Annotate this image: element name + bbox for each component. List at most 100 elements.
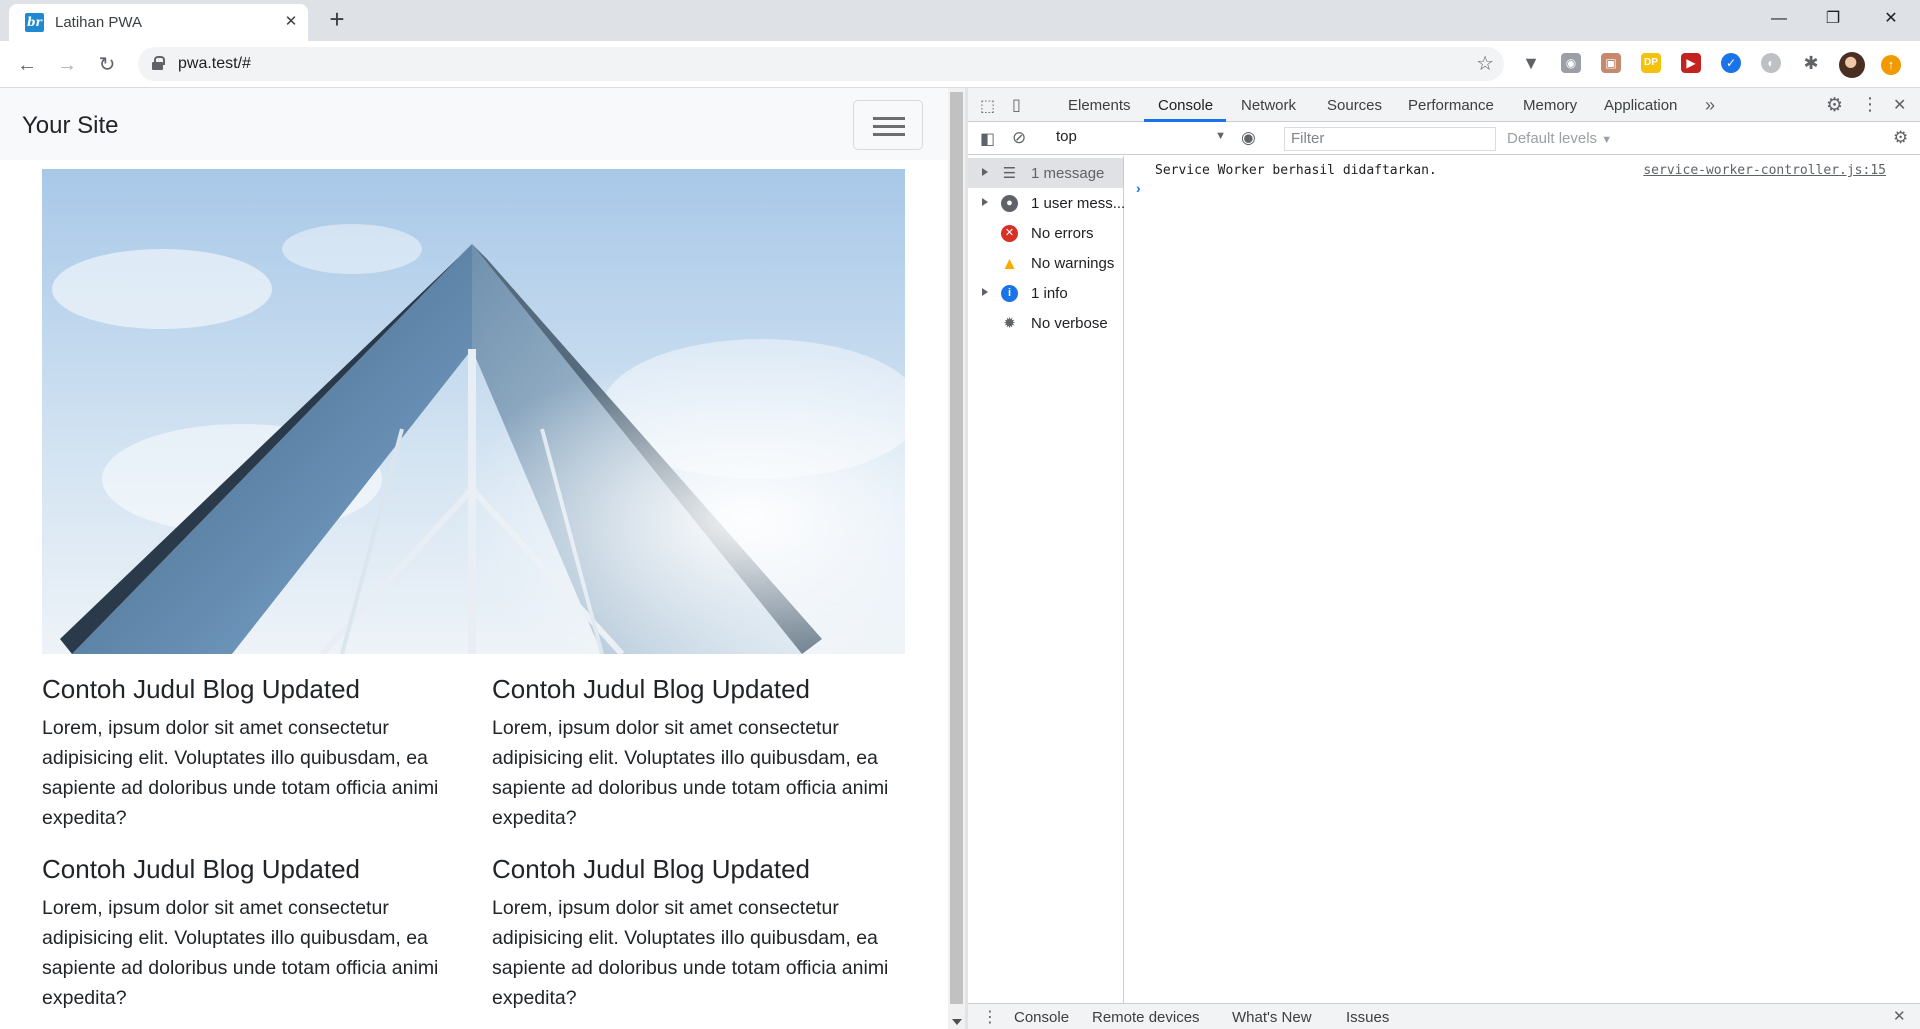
hamburger-line: [873, 117, 905, 120]
sidebar-item-info[interactable]: i 1 info: [968, 278, 1123, 308]
log-levels-label: Default levels: [1507, 130, 1598, 147]
close-devtools-icon[interactable]: ✕: [1893, 95, 1906, 115]
browser-tab[interactable]: br Latihan PWA ✕: [9, 4, 308, 41]
drawer-tab-issues[interactable]: Issues: [1346, 1009, 1389, 1026]
compass-extension-icon[interactable]: ◐: [1761, 53, 1781, 73]
check-extension-icon[interactable]: ✓: [1721, 53, 1741, 73]
console-sidebar: ☰ 1 message ● 1 user mess... ✕ No errors…: [968, 156, 1126, 1003]
puzzle-icon[interactable]: ✱: [1801, 53, 1821, 73]
tab-elements[interactable]: Elements: [1068, 97, 1131, 114]
sidebar-item-messages[interactable]: ☰ 1 message: [968, 158, 1123, 188]
console-prompt-icon[interactable]: ›: [1136, 180, 1141, 196]
site-navbar: Your Site: [0, 88, 948, 160]
info-icon: i: [1001, 285, 1018, 302]
warning-icon: ▲: [1001, 254, 1018, 273]
post-body: Lorem, ipsum dolor sit amet consectetur …: [492, 717, 889, 829]
blog-post: Contoh Judul Blog Updated Lorem, ipsum d…: [492, 673, 912, 833]
devtools-panel: ⬚ ▯ Elements Console Network Sources Per…: [968, 88, 1920, 1029]
tab-network[interactable]: Network: [1241, 97, 1296, 114]
forward-button[interactable]: →: [53, 51, 81, 79]
clear-console-icon[interactable]: ⊘: [1012, 128, 1026, 148]
log-levels-dropdown[interactable]: Default levels ▼: [1507, 130, 1612, 147]
site-brand[interactable]: Your Site: [22, 112, 119, 140]
post-title: Contoh Judul Blog Updated: [42, 674, 361, 704]
favicon-icon: br: [25, 13, 44, 32]
tab-performance[interactable]: Performance: [1408, 97, 1494, 114]
drawer-tab-console[interactable]: Console: [1014, 1009, 1069, 1026]
devtools-drawer: ⋮ Console Remote devices What's New Issu…: [968, 1003, 1920, 1029]
console-log-source-link[interactable]: service-worker-controller.js:15: [1643, 163, 1886, 178]
update-icon[interactable]: ↑: [1881, 55, 1901, 75]
more-options-icon[interactable]: ⋮: [1861, 94, 1879, 115]
device-toolbar-icon[interactable]: ▯: [1012, 95, 1021, 115]
tab-memory[interactable]: Memory: [1523, 97, 1577, 114]
address-bar[interactable]: pwa.test/# ☆: [138, 47, 1504, 81]
live-expression-eye-icon[interactable]: ◉: [1241, 128, 1256, 148]
drawer-tab-whats-new[interactable]: What's New: [1232, 1009, 1312, 1026]
chevron-down-icon: ▼: [1215, 130, 1226, 142]
context-select[interactable]: top ▼: [1056, 128, 1226, 150]
scrollbar-thumb[interactable]: [950, 92, 963, 1004]
sidebar-item-errors[interactable]: ✕ No errors: [968, 218, 1123, 248]
media-extension-icon[interactable]: ▶: [1681, 53, 1701, 73]
drawer-tab-remote-devices[interactable]: Remote devices: [1092, 1009, 1200, 1026]
back-button[interactable]: ←: [13, 51, 41, 79]
sidebar-item-label: 1 info: [1031, 285, 1068, 302]
post-body: Lorem, ipsum dolor sit amet consectetur …: [492, 897, 889, 1009]
tab-application[interactable]: Application: [1604, 97, 1677, 114]
blog-post: Contoh Judul Blog Updated Lorem, ipsum d…: [42, 853, 462, 1013]
chevron-down-icon: ▼: [1601, 134, 1613, 146]
close-window-button[interactable]: ✕: [1868, 0, 1914, 38]
console-filter-input[interactable]: Filter: [1284, 127, 1496, 151]
hero-image: [42, 169, 905, 654]
close-tab-icon[interactable]: ✕: [281, 12, 301, 32]
user-icon: ●: [1001, 195, 1018, 212]
devtools-tabbar: ⬚ ▯ Elements Console Network Sources Per…: [968, 88, 1920, 122]
expand-arrow-icon[interactable]: [982, 198, 988, 206]
list-icon: ☰: [1002, 165, 1017, 182]
tab-sources[interactable]: Sources: [1327, 97, 1382, 114]
scroll-down-arrow-icon[interactable]: [952, 1019, 962, 1025]
screenshot-icon[interactable]: ▣: [1601, 53, 1621, 73]
navbar-toggler-button[interactable]: [853, 100, 923, 150]
post-body: Lorem, ipsum dolor sit amet consectetur …: [42, 717, 439, 829]
console-toolbar: ◧ ⊘ top ▼ ◉ Filter Default levels ▼ ⚙: [968, 123, 1920, 155]
post-title: Contoh Judul Blog Updated: [492, 674, 811, 704]
minimize-button[interactable]: —: [1756, 0, 1802, 38]
settings-gear-icon[interactable]: ⚙: [1826, 94, 1843, 117]
bookmark-star-icon[interactable]: ☆: [1476, 51, 1494, 76]
hamburger-line: [873, 133, 905, 136]
console-output[interactable]: Service Worker berhasil didaftarkan. ser…: [1124, 156, 1920, 1003]
post-title: Contoh Judul Blog Updated: [492, 854, 811, 884]
new-tab-button[interactable]: +: [324, 6, 350, 32]
page-viewport: Your Site Contoh Judul Blog Updated Lore…: [0, 88, 948, 1029]
sidebar-item-label: No verbose: [1031, 315, 1108, 332]
sidebar-toggle-icon[interactable]: ◧: [980, 129, 995, 149]
expand-arrow-icon[interactable]: [982, 168, 988, 176]
sidebar-item-user-messages[interactable]: ● 1 user mess...: [968, 188, 1126, 218]
close-drawer-icon[interactable]: ✕: [1893, 1007, 1906, 1025]
vue-devtools-icon[interactable]: ▼: [1521, 53, 1541, 73]
drawer-menu-icon[interactable]: ⋮: [982, 1007, 998, 1027]
tab-console[interactable]: Console: [1158, 97, 1213, 114]
sidebar-item-warnings[interactable]: ▲ No warnings: [968, 248, 1123, 278]
console-settings-icon[interactable]: ⚙: [1893, 128, 1908, 148]
post-body: Lorem, ipsum dolor sit amet consectetur …: [42, 897, 439, 1009]
url-text[interactable]: pwa.test/#: [178, 55, 251, 73]
reload-button[interactable]: ↻: [93, 51, 121, 79]
more-tabs-icon[interactable]: »: [1705, 95, 1715, 116]
expand-arrow-icon[interactable]: [982, 288, 988, 296]
sidebar-item-label: No errors: [1031, 225, 1094, 242]
restore-button[interactable]: ❐: [1810, 0, 1856, 38]
lock-icon[interactable]: [152, 56, 165, 70]
profile-avatar[interactable]: [1839, 52, 1865, 78]
sidebar-item-label: 1 user mess...: [1031, 195, 1126, 212]
camera-icon[interactable]: ◉: [1561, 53, 1581, 73]
inspect-element-icon[interactable]: ⬚: [980, 96, 995, 116]
sidebar-item-verbose[interactable]: ✹ No verbose: [968, 308, 1123, 338]
page-scrollbar[interactable]: [948, 88, 965, 1029]
dp-extension-icon[interactable]: DP: [1641, 53, 1661, 73]
tab-title: Latihan PWA: [55, 14, 142, 31]
sidebar-item-label: No warnings: [1031, 255, 1115, 272]
context-value: top: [1056, 128, 1077, 145]
